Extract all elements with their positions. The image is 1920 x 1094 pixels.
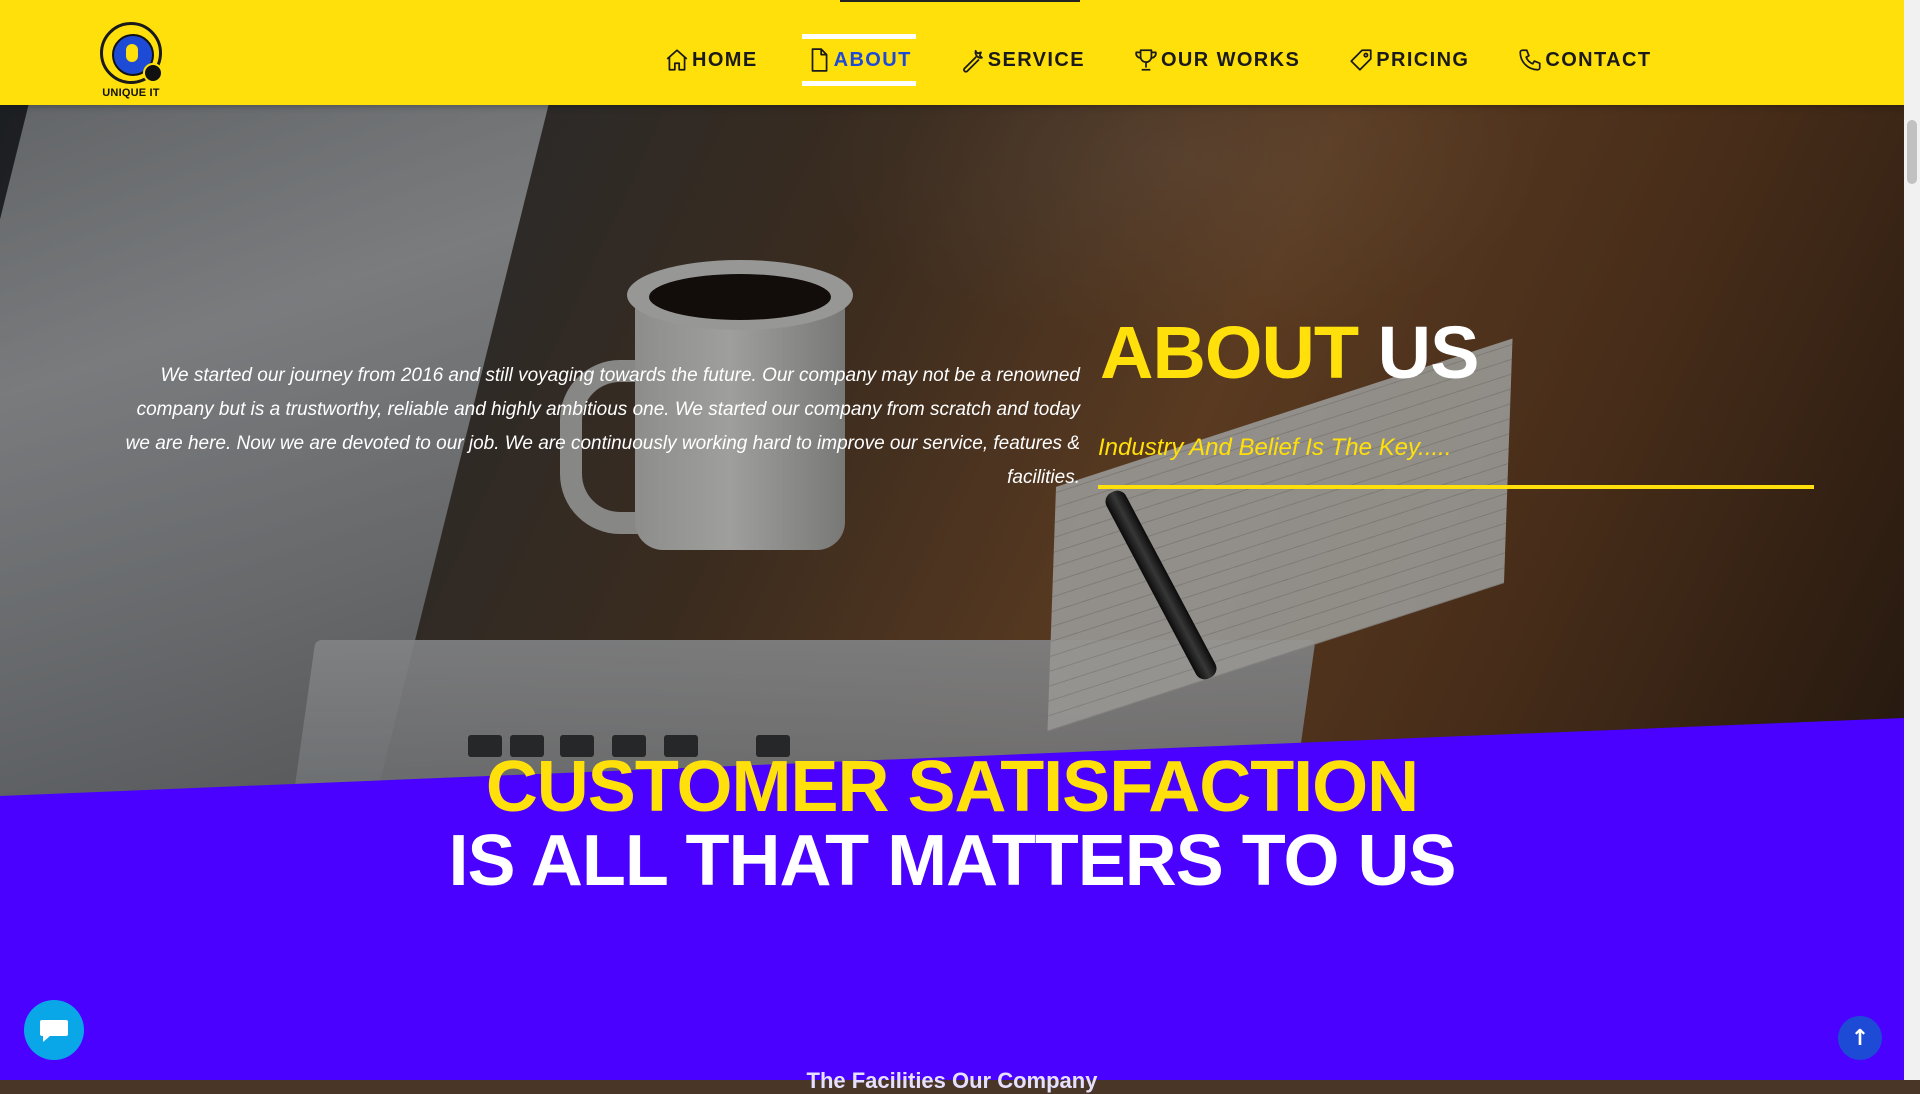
back-to-top-button[interactable]: ↑ (1838, 1016, 1882, 1060)
nav-item-home[interactable]: HOME (660, 34, 762, 86)
nav-item-pricing[interactable]: PRICING (1344, 34, 1473, 86)
about-divider (1098, 485, 1814, 489)
about-description: We started our journey from 2016 and sti… (125, 365, 1080, 488)
tag-icon (1350, 49, 1372, 71)
wrench-icon (962, 49, 983, 73)
page-scrollbar[interactable] (1904, 0, 1920, 1080)
logo-text: UNIQUE IT (102, 87, 160, 99)
nav-label: OUR WORKS (1160, 48, 1301, 71)
nav-label: SERVICE (987, 48, 1085, 71)
chat-bubble-icon (40, 1020, 68, 1042)
about-title: ABOUT US (1100, 308, 1480, 398)
nav-label: PRICING (1376, 48, 1470, 71)
banner-line-1: CUSTOMER SATISFACTION (485, 747, 1419, 827)
logo-mark-icon (100, 22, 163, 84)
about-subtitle: Industry And Belief Is The Key..... (1098, 434, 1452, 461)
document-icon (811, 48, 828, 72)
banner-line-2: IS ALL THAT MATTERS TO US (448, 821, 1457, 901)
about-title-part2: US (1377, 311, 1480, 394)
nav-item-contact[interactable]: CONTACT (1513, 34, 1655, 86)
nav-label: HOME (692, 48, 758, 71)
logo[interactable]: UNIQUE IT (96, 22, 166, 104)
main-nav: HOME ABOUT SERVICE OUR WORKS PRICING CON… (660, 34, 1655, 86)
chat-button[interactable] (24, 1000, 84, 1060)
nav-item-our-works[interactable]: OUR WORKS (1129, 34, 1304, 86)
header-top-line (840, 0, 1080, 2)
trophy-icon (1135, 49, 1157, 71)
home-icon (666, 49, 688, 71)
nav-label: ABOUT (833, 48, 912, 71)
satisfaction-banner: CUSTOMER SATISFACTION IS ALL THAT MATTER… (0, 750, 1904, 898)
nav-item-service[interactable]: SERVICE (956, 34, 1089, 86)
site-header: UNIQUE IT HOME ABOUT SERVICE OUR WORKS P… (0, 0, 1904, 105)
arrow-up-icon: ↑ (1850, 1025, 1870, 1051)
nav-label: CONTACT (1545, 48, 1652, 71)
about-title-part1: ABOUT (1100, 311, 1359, 394)
scrollbar-thumb[interactable] (1907, 120, 1917, 184)
phone-icon (1519, 49, 1541, 71)
nav-item-about[interactable]: ABOUT (801, 34, 916, 86)
facilities-heading: The Facilities Our Company (806, 1068, 1098, 1093)
